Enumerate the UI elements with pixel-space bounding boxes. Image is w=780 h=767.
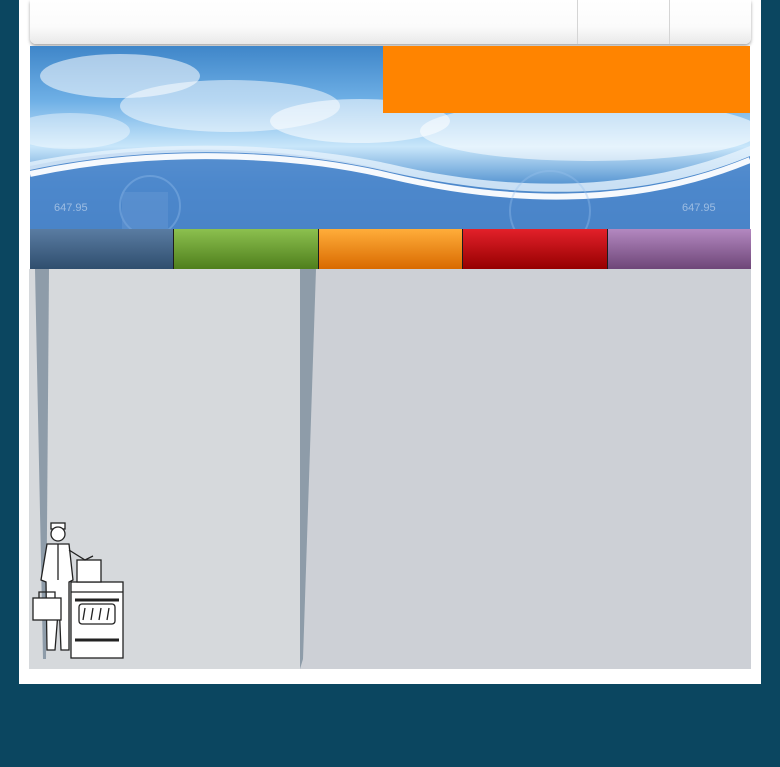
main-accent-stripe (300, 269, 316, 669)
main-nav (30, 229, 752, 269)
nav-tab-1[interactable] (30, 229, 175, 269)
page-container: 647.95 647.95 (19, 0, 761, 684)
nav-tab-5[interactable] (607, 229, 752, 269)
top-bar-divider (669, 0, 670, 44)
promo-box (383, 46, 750, 113)
top-bar (30, 0, 751, 44)
appliance-repairman-icon (32, 522, 124, 659)
nav-tab-4[interactable] (463, 229, 608, 269)
header-banner: 647.95 647.95 (30, 46, 750, 229)
nav-tab-2[interactable] (174, 229, 319, 269)
nav-tab-3[interactable] (318, 229, 464, 269)
ticker-value-right: 647.95 (682, 202, 716, 214)
ticker-value-left: 647.95 (54, 202, 88, 214)
top-bar-divider (577, 0, 578, 44)
main-content (300, 269, 751, 669)
